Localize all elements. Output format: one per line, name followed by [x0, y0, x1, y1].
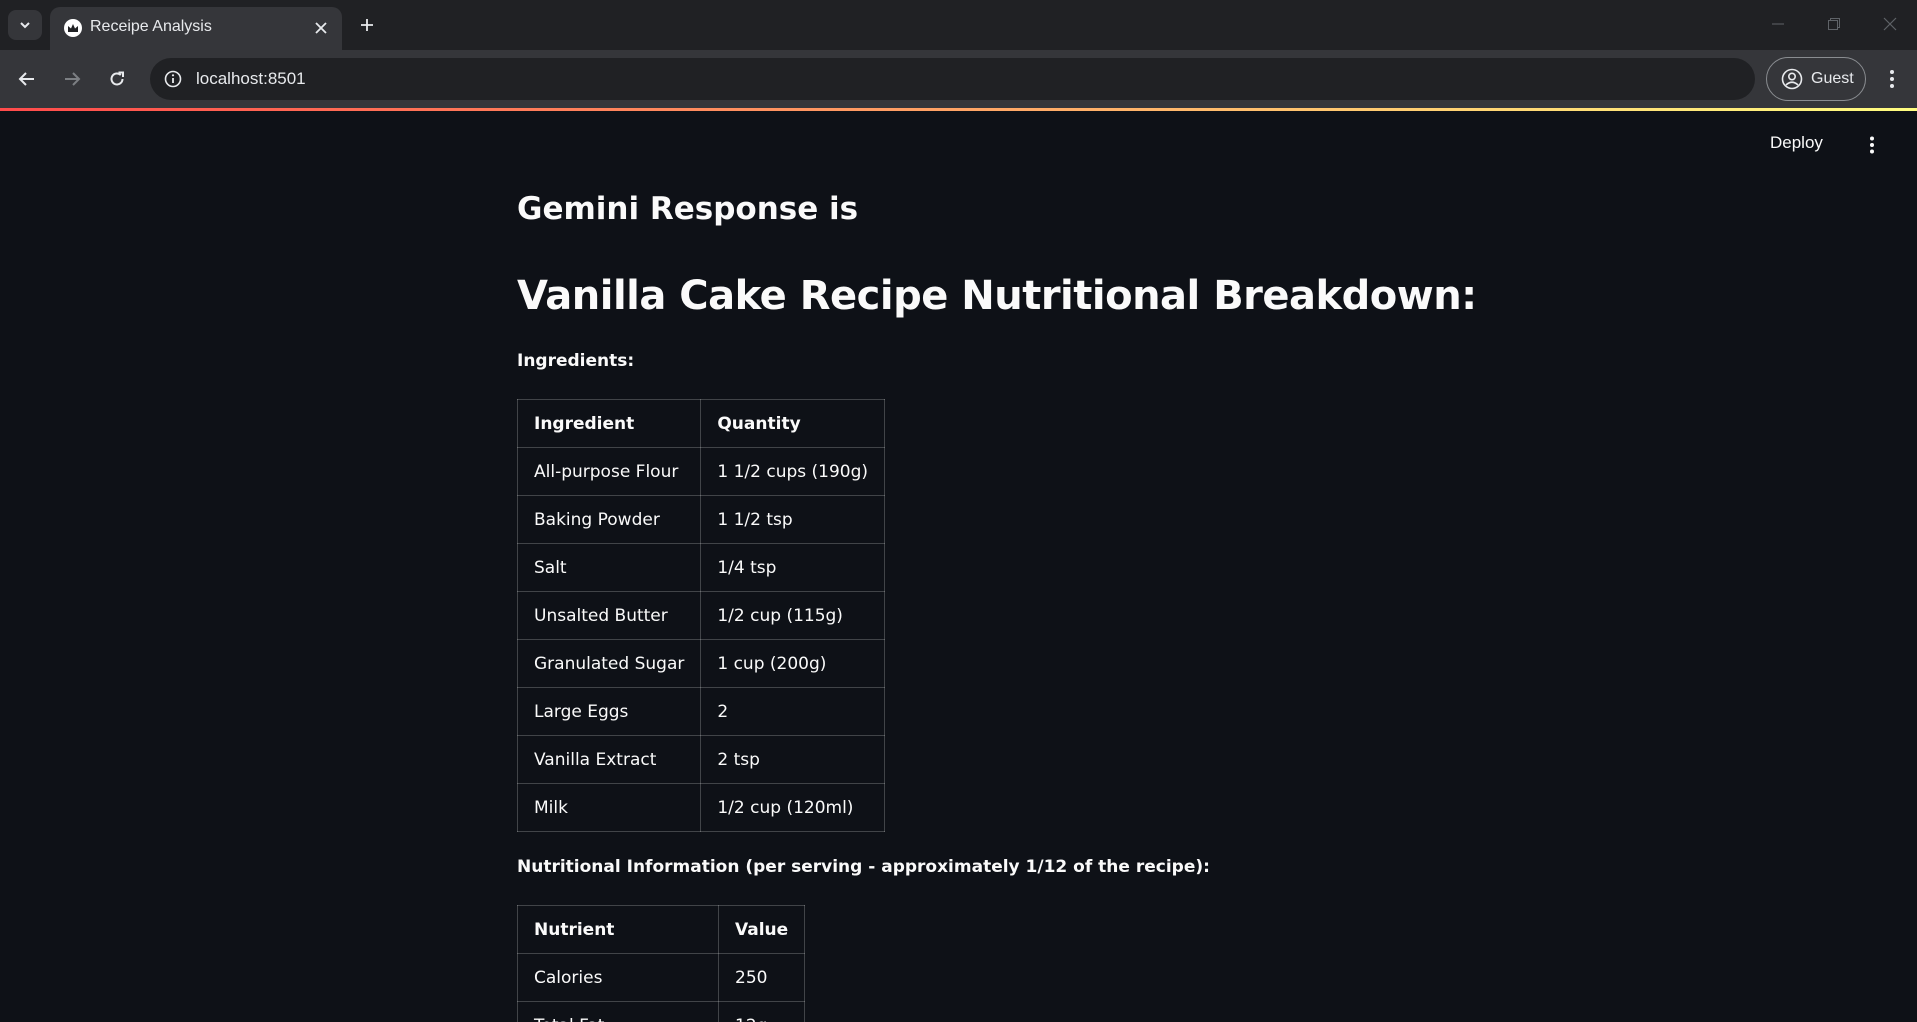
table-row: Calories 250: [517, 953, 806, 1002]
deploy-button[interactable]: Deploy: [1770, 133, 1823, 153]
browser-menu-button[interactable]: [1877, 64, 1907, 94]
table-header-row: Ingredient Quantity: [516, 399, 886, 448]
tab-title: Receipe Analysis: [90, 18, 212, 35]
table-row: Unsalted Butter 1/2 cup (115g): [516, 591, 886, 640]
close-icon: [1883, 17, 1897, 31]
more-vertical-icon: [1890, 70, 1894, 88]
address-bar[interactable]: localhost:8501: [150, 58, 1755, 100]
more-vertical-icon: [1870, 136, 1874, 154]
restore-icon: [1828, 18, 1840, 30]
back-button[interactable]: [10, 62, 44, 96]
table-row: Vanilla Extract 2 tsp: [516, 735, 886, 784]
forward-button[interactable]: [55, 62, 89, 96]
table-row: Granulated Sugar 1 cup (200g): [516, 639, 886, 688]
ingredient-cell: Milk: [516, 783, 702, 832]
url-text[interactable]: localhost:8501: [196, 69, 306, 89]
streamlit-crown-icon: [64, 19, 82, 37]
quantity-cell: 1 1/2 cups (190g): [700, 447, 886, 496]
plus-icon: [361, 19, 373, 31]
column-header-quantity: Quantity: [700, 399, 886, 448]
nutrition-table: Nutrient Value Calories 250 Total Fat 12…: [517, 905, 806, 1022]
arrow-left-icon: [18, 72, 34, 86]
minimize-icon: [1772, 23, 1784, 25]
ingredients-table: Ingredient Quantity All-purpose Flour 1 …: [516, 399, 886, 832]
browser-toolbar: localhost:8501 Guest: [0, 50, 1917, 108]
nutrition-label: Nutritional Information (per serving - a…: [517, 857, 1210, 877]
value-cell: 250: [717, 953, 806, 1002]
nutrient-cell: Total Fat: [517, 1001, 719, 1022]
column-header-nutrient: Nutrient: [517, 905, 719, 954]
table-row: Large Eggs 2: [516, 687, 886, 736]
table-row: Salt 1/4 tsp: [516, 543, 886, 592]
reload-button[interactable]: [100, 62, 134, 96]
ingredient-cell: Granulated Sugar: [516, 639, 702, 688]
recipe-title: Vanilla Cake Recipe Nutritional Breakdow…: [517, 273, 1477, 319]
ingredient-cell: Large Eggs: [516, 687, 702, 736]
quantity-cell: 2: [700, 687, 886, 736]
ingredient-cell: Baking Powder: [516, 495, 702, 544]
account-circle-icon: [1781, 68, 1803, 90]
table-row: Baking Powder 1 1/2 tsp: [516, 495, 886, 544]
column-header-value: Value: [717, 905, 806, 954]
quantity-cell: 1 1/2 tsp: [700, 495, 886, 544]
ingredients-label: Ingredients:: [517, 351, 635, 371]
tab-close-button[interactable]: [308, 15, 334, 41]
reload-icon: [110, 71, 124, 86]
response-heading: Gemini Response is: [517, 191, 859, 227]
value-cell: 12g: [717, 1001, 806, 1022]
quantity-cell: 1/2 cup (115g): [700, 591, 886, 640]
new-tab-button[interactable]: [352, 10, 382, 40]
chevron-down-icon: [20, 22, 30, 29]
ingredient-cell: Vanilla Extract: [516, 735, 702, 784]
minimize-window-button[interactable]: [1758, 8, 1798, 40]
profile-label: Guest: [1811, 70, 1854, 87]
table-header-row: Nutrient Value: [517, 905, 806, 954]
browser-tab[interactable]: Receipe Analysis: [50, 7, 342, 50]
quantity-cell: 2 tsp: [700, 735, 886, 784]
ingredient-cell: Salt: [516, 543, 702, 592]
app-view: Deploy Gemini Response is Vanilla Cake R…: [0, 111, 1917, 1022]
column-header-ingredient: Ingredient: [516, 399, 702, 448]
table-row: Milk 1/2 cup (120ml): [516, 783, 886, 832]
close-window-button[interactable]: [1870, 8, 1910, 40]
quantity-cell: 1/4 tsp: [700, 543, 886, 592]
table-row: All-purpose Flour 1 1/2 cups (190g): [516, 447, 886, 496]
profile-button[interactable]: Guest: [1766, 57, 1866, 101]
restore-window-button[interactable]: [1814, 8, 1854, 40]
tab-search-button[interactable]: [8, 10, 42, 40]
quantity-cell: 1 cup (200g): [700, 639, 886, 688]
quantity-cell: 1/2 cup (120ml): [700, 783, 886, 832]
app-main-menu-button[interactable]: [1860, 133, 1884, 157]
close-icon: [315, 22, 327, 34]
nutrient-cell: Calories: [517, 953, 719, 1002]
table-row: Total Fat 12g: [517, 1001, 806, 1022]
site-info-icon[interactable]: [160, 66, 186, 92]
browser-titlebar: Receipe Analysis: [0, 0, 1917, 50]
ingredient-cell: Unsalted Butter: [516, 591, 702, 640]
ingredient-cell: All-purpose Flour: [516, 447, 702, 496]
arrow-right-icon: [65, 72, 81, 86]
